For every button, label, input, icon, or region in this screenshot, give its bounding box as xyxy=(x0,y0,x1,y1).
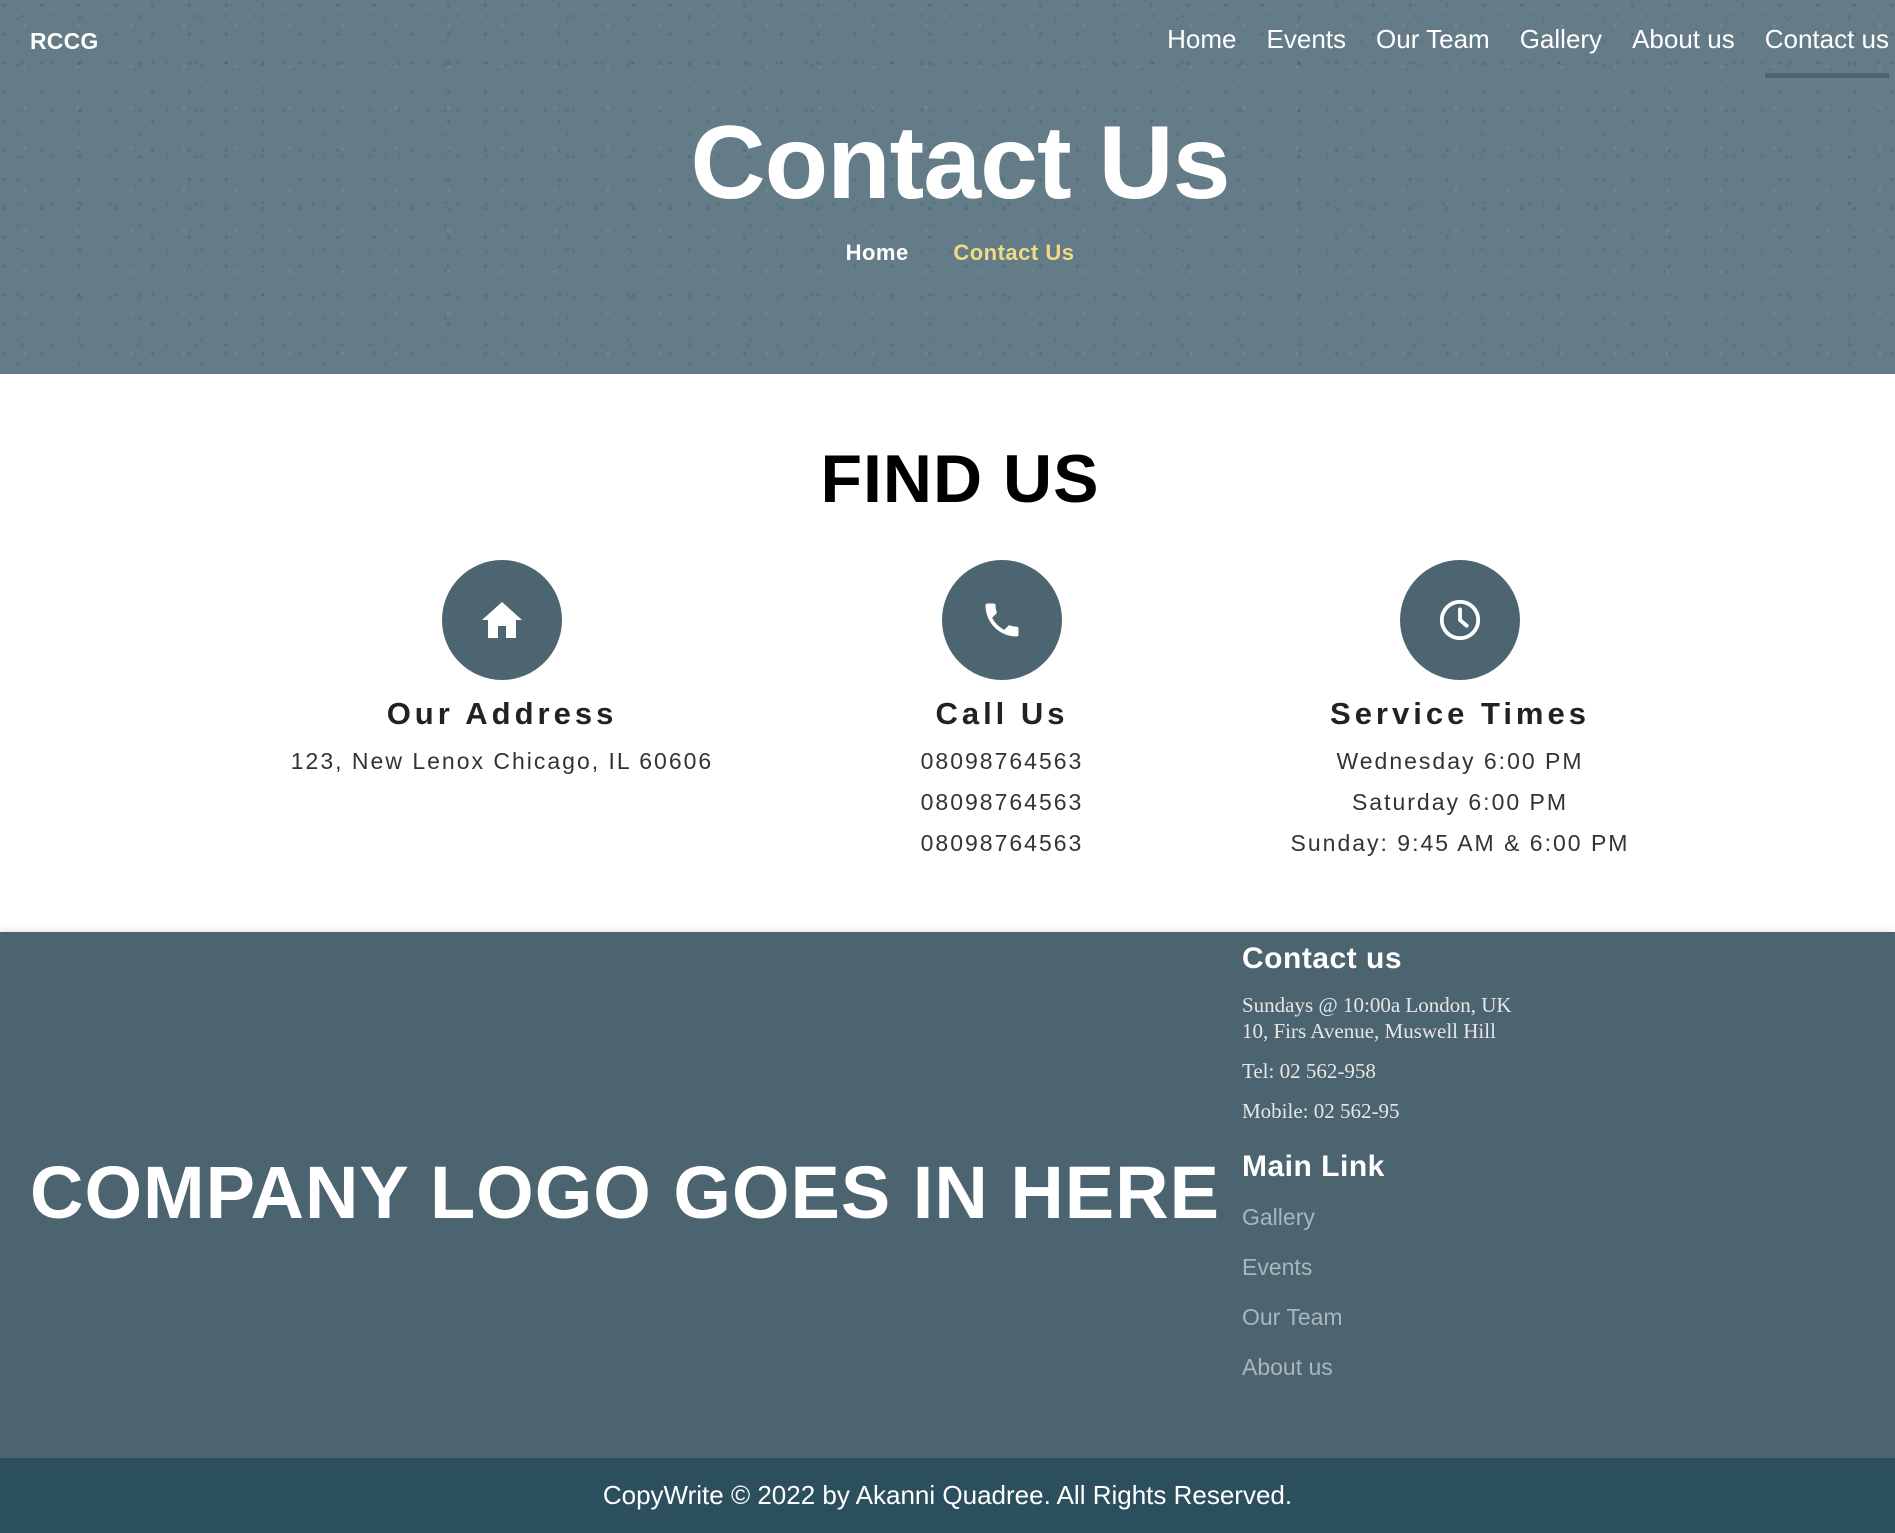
address-heading: Our Address xyxy=(386,696,618,731)
service-time: Saturday 6:00 PM xyxy=(1351,789,1569,815)
footer-mobile: Mobile: 02 562-95 xyxy=(1242,1099,1400,1123)
service-time: Sunday: 9:45 AM & 6:00 PM xyxy=(1290,830,1630,856)
address-line: 123, New Lenox Chicago, IL 60606 xyxy=(290,748,714,774)
footer-link-about-us[interactable]: About us xyxy=(1242,1354,1542,1381)
phone-number[interactable]: 08098764563 xyxy=(772,830,1232,856)
nav-contact-us[interactable]: Contact us xyxy=(1764,24,1889,78)
phone-number[interactable]: 08098764563 xyxy=(772,789,1232,815)
nav-gallery[interactable]: Gallery xyxy=(1520,24,1602,78)
phone-icon xyxy=(942,560,1062,680)
brand-logo[interactable]: RCCG xyxy=(30,28,99,55)
footer-contact-column: Contact us Sundays @ 10:00a London, UK 1… xyxy=(1242,942,1542,1381)
breadcrumb: Home Contact Us xyxy=(0,240,1895,266)
hero-banner: RCCG Home Events Our Team Gallery About … xyxy=(0,0,1895,374)
service-times-block: Service Times Wednesday 6:00 PM Saturday… xyxy=(1230,560,1690,856)
footer-link-events[interactable]: Events xyxy=(1242,1254,1542,1281)
find-us-heading: FIND US xyxy=(820,441,1100,517)
nav-about-us[interactable]: About us xyxy=(1632,24,1735,78)
clock-icon xyxy=(1400,560,1520,680)
call-us-block: Call Us 08098764563 08098764563 08098764… xyxy=(772,560,1232,856)
nav-our-team[interactable]: Our Team xyxy=(1376,24,1490,78)
footer-link-our-team[interactable]: Our Team xyxy=(1242,1304,1542,1331)
company-logo-placeholder: COMPANY LOGO GOES IN HERE xyxy=(30,1151,1220,1234)
site-footer: COMPANY LOGO GOES IN HERE Contact us Sun… xyxy=(0,932,1895,1458)
breadcrumb-home-link[interactable]: Home xyxy=(846,240,909,265)
breadcrumb-current: Contact Us xyxy=(953,240,1075,265)
service-time: Wednesday 6:00 PM xyxy=(1336,748,1584,774)
nav-home[interactable]: Home xyxy=(1167,24,1236,78)
address-block: Our Address 123, New Lenox Chicago, IL 6… xyxy=(272,560,732,774)
service-times-heading: Service Times xyxy=(1330,696,1590,731)
phone-number[interactable]: 08098764563 xyxy=(772,748,1232,774)
footer-link-gallery[interactable]: Gallery xyxy=(1242,1204,1542,1231)
footer-address: Sundays @ 10:00a London, UK 10, Firs Ave… xyxy=(1242,993,1512,1043)
call-us-heading: Call Us xyxy=(935,696,1069,731)
main-nav: Home Events Our Team Gallery About us Co… xyxy=(1137,24,1889,78)
footer-links-heading: Main Link xyxy=(1242,1150,1385,1183)
copyright-bar: CopyWrite © 2022 by Akanni Quadree. All … xyxy=(0,1458,1895,1533)
footer-tel: Tel: 02 562-958 xyxy=(1242,1059,1376,1083)
home-icon xyxy=(442,560,562,680)
nav-events[interactable]: Events xyxy=(1267,24,1347,78)
page-title: Contact Us xyxy=(690,105,1231,221)
footer-contact-heading: Contact us xyxy=(1242,942,1403,975)
